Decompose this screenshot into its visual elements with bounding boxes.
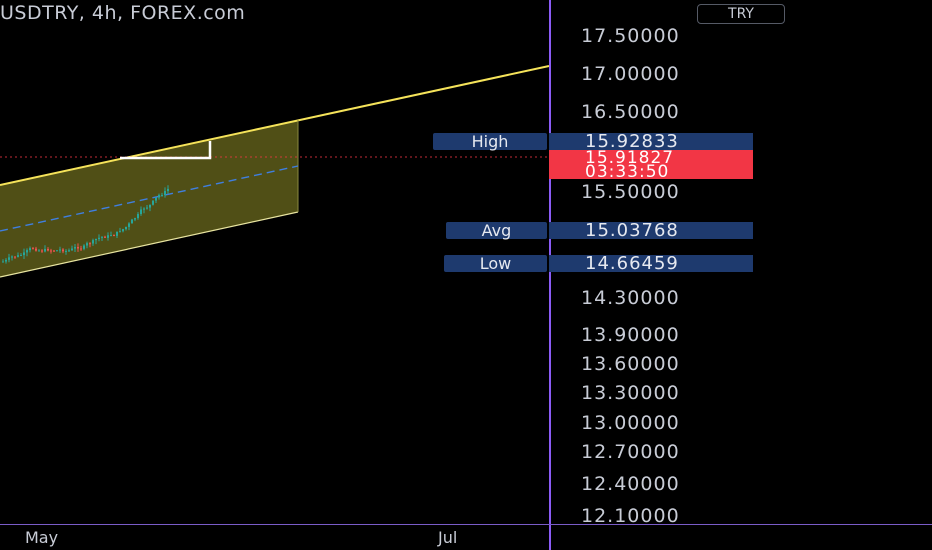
candle-body xyxy=(68,250,70,252)
price-scale-divider[interactable] xyxy=(549,0,551,550)
candle-body xyxy=(14,256,16,258)
current-price-badge: 15.91827 03:33:50 xyxy=(549,150,753,182)
y-tick-label: 13.30000 xyxy=(581,382,680,404)
candle-body xyxy=(29,248,31,251)
candle-body xyxy=(8,257,10,260)
candle-body xyxy=(50,250,52,252)
candle-body xyxy=(143,208,145,210)
candle-body xyxy=(59,249,61,251)
avg-label: Avg xyxy=(446,222,547,239)
candle-body xyxy=(53,250,55,252)
x-tick-label: Jul xyxy=(438,528,458,547)
time-scale-divider xyxy=(0,524,932,525)
candle-body xyxy=(89,243,91,245)
candle-body xyxy=(167,188,169,192)
candle-body xyxy=(107,235,109,238)
candle-body xyxy=(41,250,43,252)
candle-body xyxy=(113,235,115,237)
candle-body xyxy=(80,248,82,250)
candle-body xyxy=(152,200,154,205)
y-tick-label: 12.40000 xyxy=(581,473,680,495)
candle-body xyxy=(38,250,40,252)
candle-body xyxy=(146,207,148,209)
candle-body xyxy=(131,219,133,224)
candle-body xyxy=(74,247,76,249)
candle-body xyxy=(134,218,136,220)
candle-body xyxy=(23,252,25,256)
candle-body xyxy=(140,209,142,215)
candle-body xyxy=(137,214,139,219)
candle-body xyxy=(71,248,73,251)
candle-body xyxy=(98,237,100,239)
candle-body xyxy=(83,245,85,249)
avg-value: 15.03768 xyxy=(549,222,753,240)
candle-body xyxy=(47,248,49,251)
candle-body xyxy=(5,259,7,262)
candle-body xyxy=(86,243,88,246)
candle-body xyxy=(158,195,160,198)
y-tick-label: 12.70000 xyxy=(581,441,680,463)
candle-body xyxy=(119,231,121,233)
low-label: Low xyxy=(444,255,547,272)
y-tick-label: 13.00000 xyxy=(581,412,680,434)
y-tick-label: 13.60000 xyxy=(581,353,680,375)
candle-body xyxy=(125,226,127,230)
low-value: 14.66459 xyxy=(549,255,753,273)
candle-body xyxy=(116,231,118,236)
candle-body xyxy=(104,236,106,238)
y-tick-label: 15.50000 xyxy=(581,181,680,203)
y-tick-label: 17.50000 xyxy=(581,25,680,47)
candle-body xyxy=(17,255,19,257)
candle-body xyxy=(164,191,166,196)
candle-body xyxy=(122,229,124,232)
candle-body xyxy=(95,238,97,241)
y-tick-label: 17.00000 xyxy=(581,63,680,85)
candle-body xyxy=(92,240,94,244)
candle-body xyxy=(26,250,28,253)
candle-body xyxy=(101,236,103,238)
high-label: High xyxy=(433,133,547,150)
y-tick-label: 14.30000 xyxy=(581,287,680,309)
candle-body xyxy=(77,247,79,249)
bar-countdown: 03:33:50 xyxy=(585,162,670,182)
candle-body xyxy=(56,250,58,252)
candle-body xyxy=(149,204,151,208)
channel-fill xyxy=(0,120,298,277)
y-tick-label: 12.10000 xyxy=(581,505,680,527)
chart-plot xyxy=(0,65,550,278)
candle-body xyxy=(11,256,13,258)
candle-body xyxy=(32,248,34,250)
y-tick-label: 16.50000 xyxy=(581,101,680,123)
candle-body xyxy=(2,261,4,263)
y-tick-label: 13.90000 xyxy=(581,324,680,346)
candle-body xyxy=(161,195,163,197)
x-tick-label: May xyxy=(25,528,59,547)
candle-body xyxy=(20,255,22,257)
candle-body xyxy=(65,250,67,252)
candle-body xyxy=(35,248,37,251)
candle-body xyxy=(44,248,46,252)
candle-body xyxy=(155,197,157,201)
candle-body xyxy=(62,249,64,252)
candle-body xyxy=(110,235,112,237)
candle-body xyxy=(128,223,130,227)
